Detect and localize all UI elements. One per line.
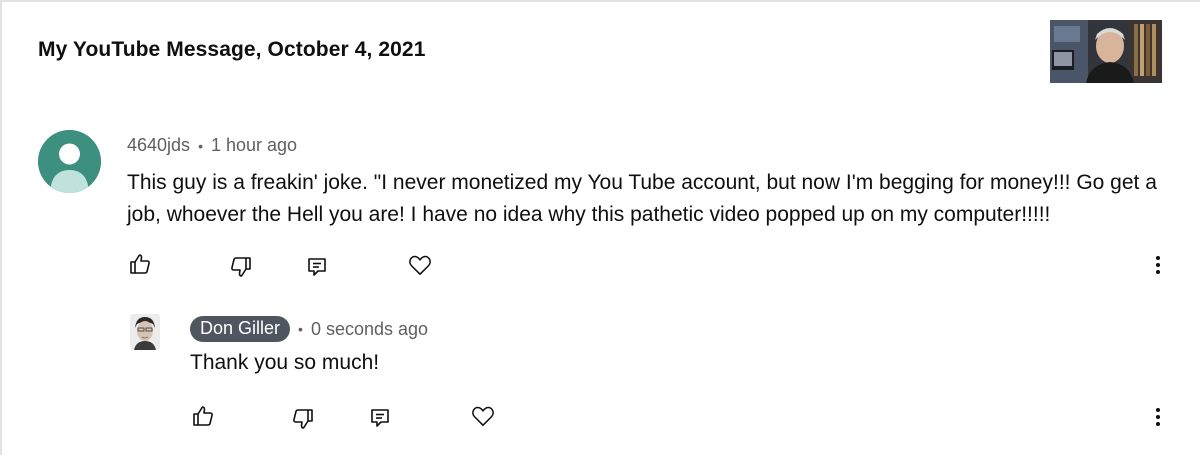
thumbs-up-icon [130, 254, 150, 274]
heart-icon [409, 255, 431, 275]
comment-timestamp[interactable]: 1 hour ago [211, 135, 297, 156]
reply-author-avatar[interactable] [130, 314, 160, 350]
comment-more-button[interactable] [1152, 253, 1164, 277]
video-thumbnail-image [1050, 20, 1162, 83]
dislike-button[interactable] [227, 253, 255, 281]
commenter-avatar[interactable] [38, 130, 101, 193]
video-thumbnail[interactable] [1050, 20, 1162, 83]
comment-text: This guy is a freakin' joke. "I never mo… [127, 171, 1157, 226]
reply-icon [308, 258, 326, 276]
thumbs-down-icon [293, 409, 313, 429]
page-title: My YouTube Message, October 4, 2021 [38, 38, 426, 61]
reply-icon [371, 409, 389, 427]
reply-text: Thank you so much! [190, 351, 380, 374]
user-silhouette-icon [38, 130, 101, 193]
thumbs-down-icon [231, 257, 251, 277]
reply-dislike-button[interactable] [289, 405, 317, 433]
more-vertical-icon [1156, 256, 1160, 274]
more-vertical-icon [1156, 408, 1160, 426]
meta-separator: • [298, 321, 303, 337]
reply-author-avatar-image [130, 314, 160, 350]
like-button[interactable] [126, 250, 154, 278]
reply-like-button[interactable] [189, 402, 217, 430]
reply-more-button[interactable] [1152, 405, 1164, 429]
reply-timestamp[interactable]: 0 seconds ago [311, 319, 428, 340]
heart-button[interactable] [406, 251, 434, 279]
comment-meta: 4640jds • 1 hour ago [127, 135, 297, 156]
reply-button[interactable] [303, 253, 331, 281]
comment-author[interactable]: 4640jds [127, 135, 190, 156]
thumbs-up-icon [193, 406, 213, 426]
reply-author-chip[interactable]: Don Giller [190, 316, 291, 342]
heart-icon [472, 406, 494, 426]
meta-separator: • [198, 137, 203, 154]
reply-heart-button[interactable] [469, 402, 497, 430]
reply-reply-button[interactable] [366, 404, 394, 432]
reply-meta: Don Giller • 0 seconds ago [190, 316, 428, 342]
